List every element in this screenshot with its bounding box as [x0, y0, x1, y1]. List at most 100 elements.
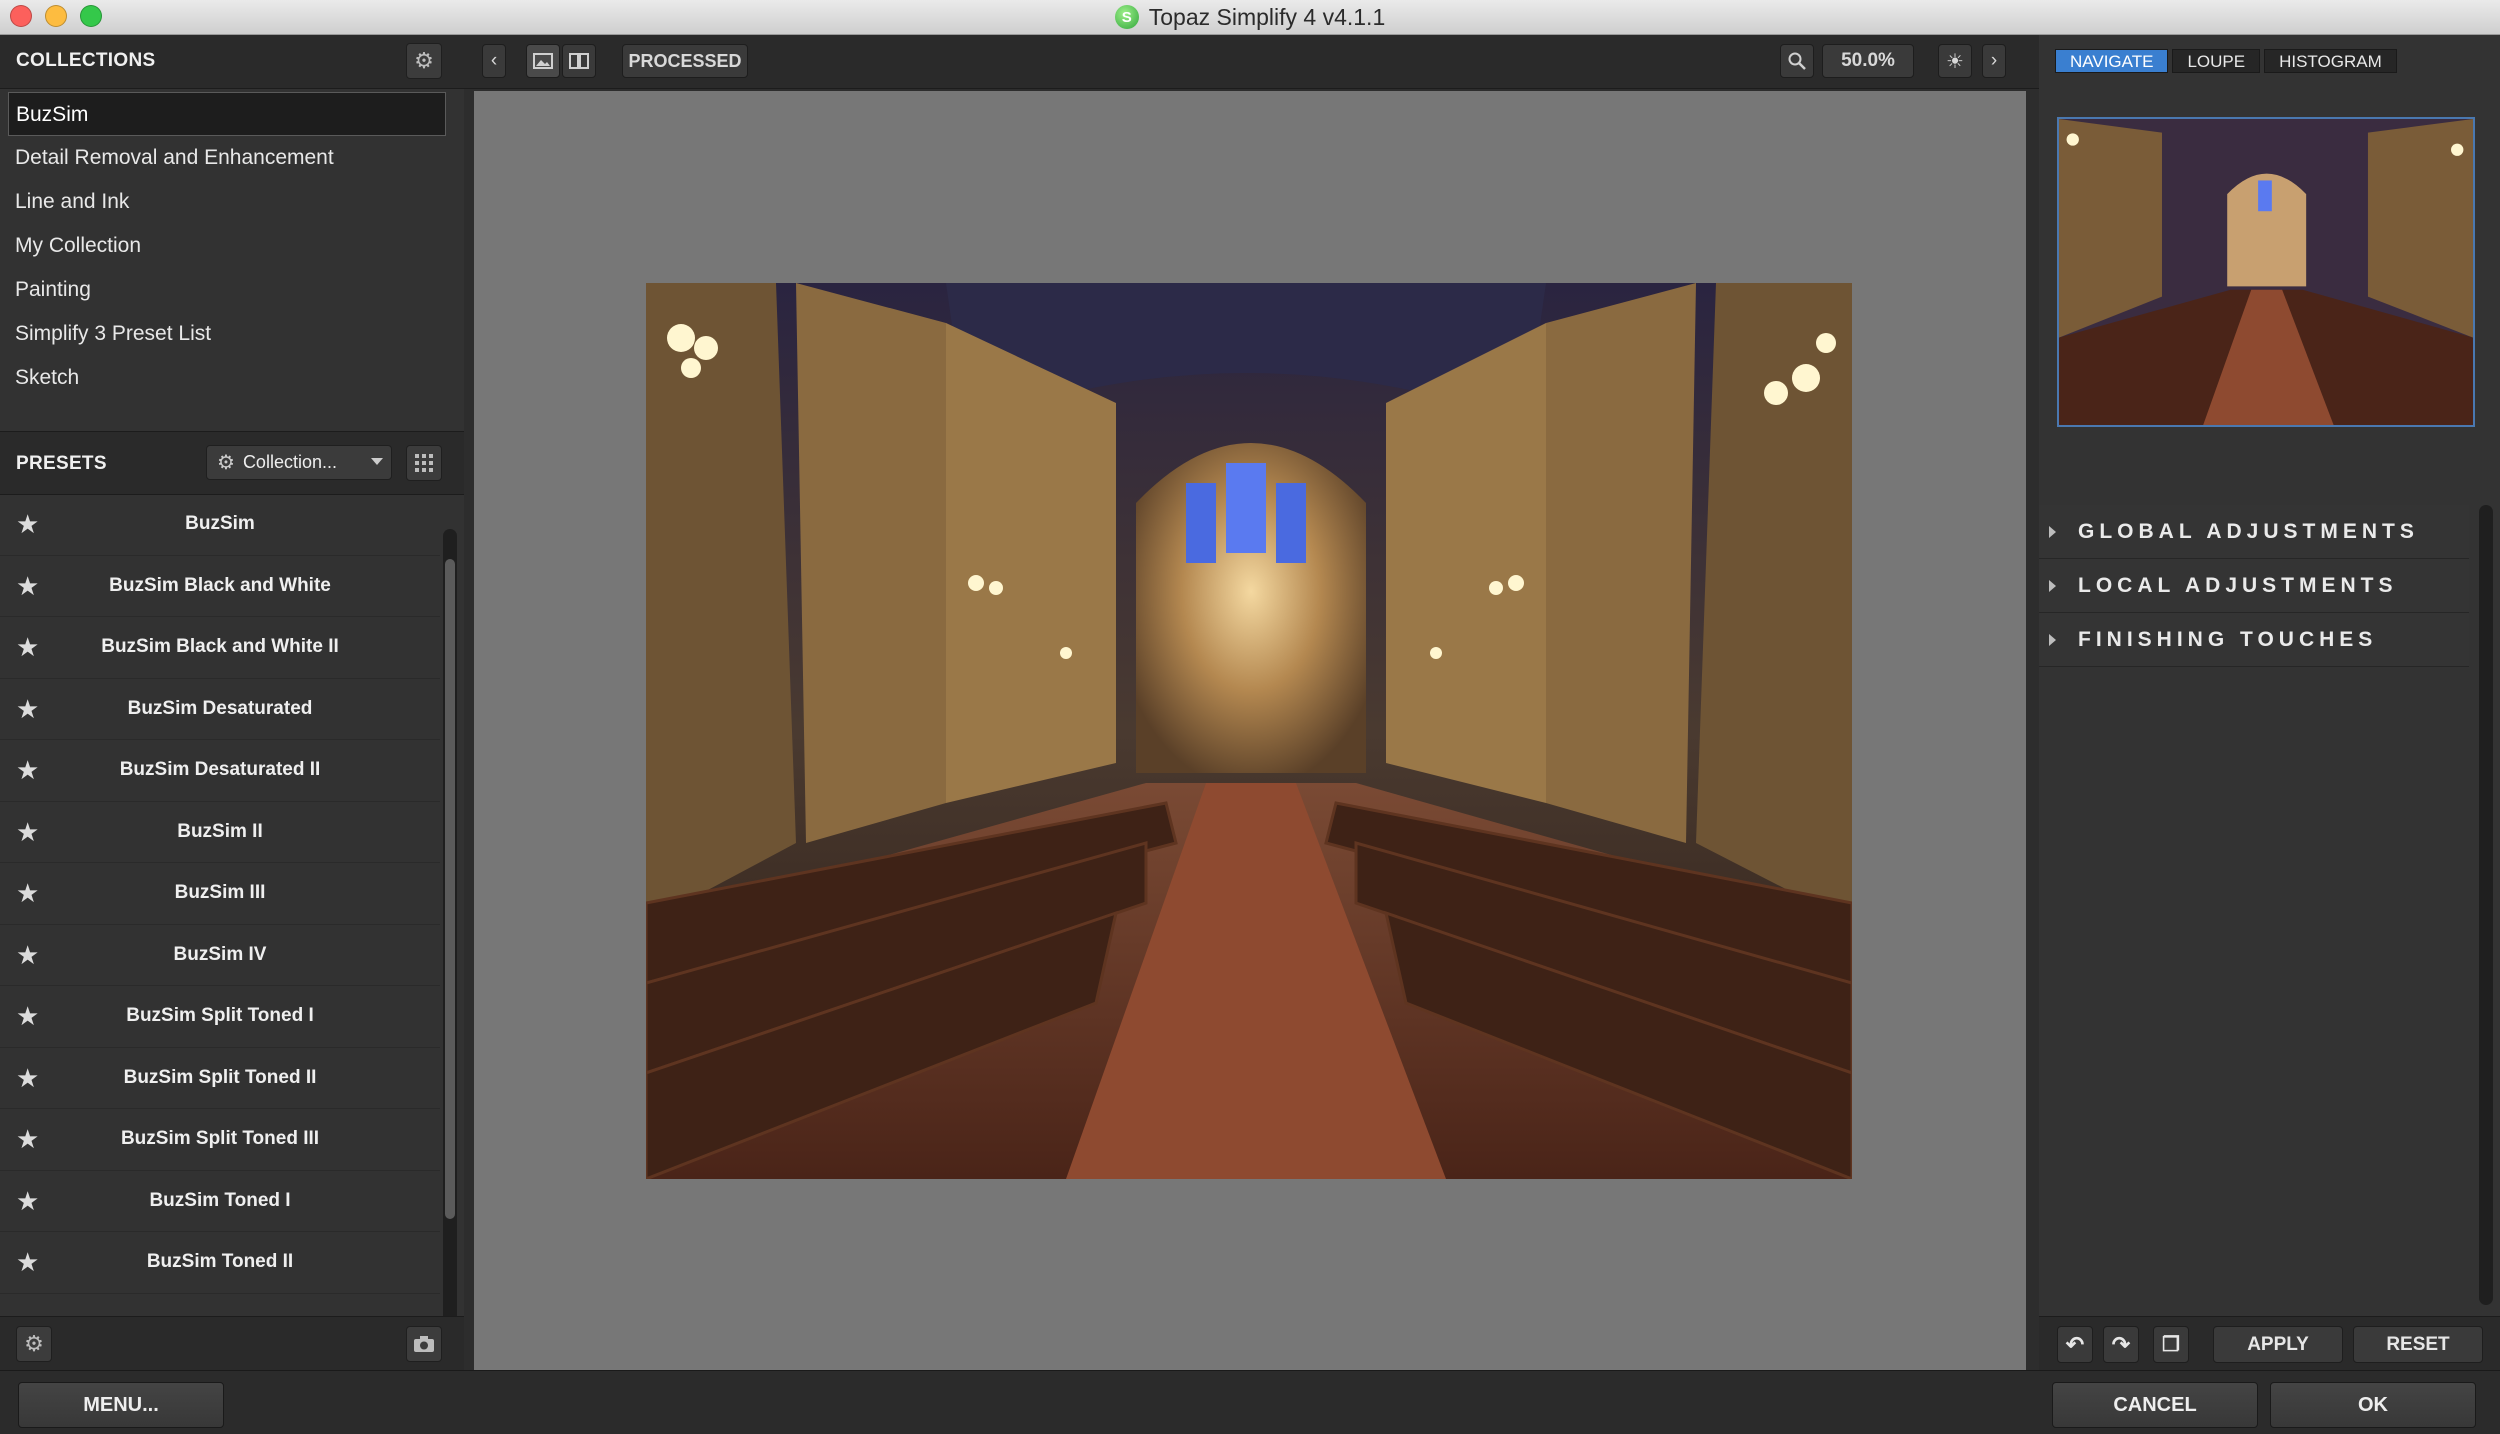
preset-item[interactable]: ★ BuzSim Split Toned III	[0, 1109, 440, 1171]
preset-item[interactable]: ★ BuzSim IV	[0, 925, 440, 986]
collections-title: COLLECTIONS	[16, 50, 156, 71]
collection-dropdown-label: Collection...	[242, 452, 337, 472]
collection-item-simplify-3[interactable]: Simplify 3 Preset List	[0, 312, 464, 356]
layers-icon: ❐	[2162, 1334, 2180, 1356]
chevron-right-icon: ›	[1990, 50, 1998, 71]
tab-navigate[interactable]: NAVIGATE	[2055, 49, 2169, 73]
chevron-right-icon	[2049, 525, 2056, 538]
split-view-button[interactable]	[562, 44, 596, 78]
preset-item[interactable]: ★ BuzSim Toned II	[0, 1232, 440, 1294]
lightbulb-icon: ☀	[1946, 50, 1964, 73]
title-bar: S Topaz Simplify 4 v4.1.1	[0, 0, 2500, 35]
preset-label: BuzSim Split Toned III	[120, 1128, 320, 1150]
chevron-left-icon: ‹	[490, 50, 498, 71]
gear-icon: ⚙	[217, 452, 235, 474]
collection-dropdown[interactable]: ⚙ Collection...	[206, 445, 392, 480]
processed-toggle[interactable]: PROCESSED	[622, 44, 748, 78]
cancel-button[interactable]: CANCEL	[2052, 1382, 2258, 1428]
star-icon[interactable]: ★	[16, 817, 39, 848]
star-icon[interactable]: ★	[16, 755, 39, 786]
collection-item-my-collection[interactable]: My Collection	[0, 224, 464, 268]
preset-item[interactable]: ★ BuzSim III	[0, 863, 440, 925]
ok-button[interactable]: OK	[2270, 1382, 2476, 1428]
star-icon[interactable]: ★	[16, 632, 39, 663]
apply-button[interactable]: APPLY	[2213, 1326, 2343, 1363]
snapshot-button[interactable]	[406, 1326, 442, 1362]
preset-item[interactable]: ★ BuzSim Split Toned II	[0, 1048, 440, 1109]
preset-item[interactable]: ★ BuzSim Black and White II	[0, 617, 440, 679]
window-title: Topaz Simplify 4 v4.1.1	[1148, 3, 1386, 30]
preset-item[interactable]: ★ BuzSim Black and White	[0, 556, 440, 617]
preview-toolbar: ‹ PROCESSED 50.0% ☀ ›	[464, 35, 2039, 89]
preset-item[interactable]: ★ BuzSim Split Toned I	[0, 986, 440, 1048]
church-interior-photo	[646, 283, 1852, 1179]
navigator-tabs: NAVIGATE LOUPE HISTOGRAM	[2055, 49, 2397, 73]
preset-settings-button[interactable]: ⚙	[16, 1326, 52, 1362]
preset-label: BuzSim Desaturated	[127, 697, 313, 719]
star-icon[interactable]: ★	[16, 509, 39, 540]
star-icon[interactable]: ★	[16, 1247, 39, 1278]
star-icon[interactable]: ★	[16, 878, 39, 909]
preset-item[interactable]: ★ BuzSim II	[0, 802, 440, 863]
preset-label: BuzSim Split Toned II	[123, 1066, 317, 1088]
right-panel: NAVIGATE LOUPE HISTOGRAM GLOBAL ADJUSTME…	[2039, 35, 2500, 1371]
preset-label: BuzSim Split Toned I	[126, 1005, 314, 1027]
star-icon[interactable]: ★	[16, 1186, 39, 1217]
preset-item[interactable]: ★ BuzSim Desaturated	[0, 679, 440, 740]
local-adjustments-section[interactable]: LOCAL ADJUSTMENTS	[2039, 559, 2469, 613]
chevron-right-icon	[2049, 633, 2056, 646]
menu-button[interactable]: MENU...	[18, 1382, 224, 1428]
undo-button[interactable]: ↶	[2057, 1326, 2093, 1363]
star-icon[interactable]: ★	[16, 1001, 39, 1032]
presets-header: PRESETS ⚙ Collection...	[0, 431, 464, 495]
tab-histogram[interactable]: HISTOGRAM	[2264, 49, 2397, 73]
presets-list: ★ BuzSim ★ BuzSim Black and White ★ BuzSim …	[0, 494, 440, 1346]
star-icon[interactable]: ★	[16, 571, 39, 602]
section-label: GLOBAL ADJUSTMENTS	[2078, 519, 2419, 543]
presets-title: PRESETS	[16, 453, 107, 474]
single-view-button[interactable]	[526, 44, 560, 78]
preset-label: BuzSim Desaturated II	[119, 759, 321, 781]
adjustments-scrollbar[interactable]	[2479, 505, 2493, 1305]
navigator-thumbnail[interactable]	[2057, 117, 2475, 427]
star-icon[interactable]: ★	[16, 1124, 39, 1155]
navigator-thumbnail-image	[2059, 119, 2473, 425]
presets-scrollbar[interactable]	[443, 529, 457, 1344]
collection-item-sketch[interactable]: Sketch	[0, 356, 464, 400]
left-bottom-bar: ⚙	[0, 1316, 464, 1371]
collections-header: COLLECTIONS ⚙	[0, 35, 464, 89]
preset-item[interactable]: ★ BuzSim	[0, 494, 440, 556]
section-label: LOCAL ADJUSTMENTS	[2078, 573, 2398, 597]
next-button[interactable]: ›	[1982, 44, 2006, 78]
zoom-level-field[interactable]: 50.0%	[1822, 44, 1914, 78]
collections-settings-button[interactable]: ⚙	[406, 43, 442, 79]
grid-view-button[interactable]	[406, 445, 442, 481]
preset-item[interactable]: ★ BuzSim Toned I	[0, 1171, 440, 1232]
collection-item-buzsim[interactable]: BuzSim	[8, 92, 446, 136]
finishing-touches-section[interactable]: FINISHING TOUCHES	[2039, 613, 2469, 667]
collection-item-painting[interactable]: Painting	[0, 268, 464, 312]
preset-item[interactable]: ★ BuzSim Desaturated II	[0, 740, 440, 802]
preview-image[interactable]	[646, 283, 1852, 1179]
image-icon	[533, 53, 553, 69]
history-button[interactable]: ❐	[2153, 1326, 2189, 1363]
zoom-button[interactable]	[1780, 44, 1814, 78]
gear-icon: ⚙	[24, 1331, 44, 1356]
star-icon[interactable]: ★	[16, 1063, 39, 1094]
collection-item-line-and-ink[interactable]: Line and Ink	[0, 180, 464, 224]
camera-icon	[414, 1336, 434, 1352]
presets-scrollbar-thumb[interactable]	[445, 559, 455, 1219]
star-icon[interactable]: ★	[16, 940, 39, 971]
gear-icon: ⚙	[414, 48, 434, 73]
previous-button[interactable]: ‹	[482, 44, 506, 78]
tab-loupe[interactable]: LOUPE	[2172, 49, 2261, 73]
preset-label: BuzSim II	[177, 820, 263, 842]
collection-item-detail-removal[interactable]: Detail Removal and Enhancement	[0, 136, 464, 180]
reset-button[interactable]: RESET	[2353, 1326, 2483, 1363]
star-icon[interactable]: ★	[16, 694, 39, 725]
undo-icon: ↶	[2065, 1331, 2085, 1357]
redo-button[interactable]: ↷	[2103, 1326, 2139, 1363]
brightness-button[interactable]: ☀	[1938, 44, 1972, 78]
collections-list: BuzSim Detail Removal and Enhancement Li…	[0, 92, 464, 400]
global-adjustments-section[interactable]: GLOBAL ADJUSTMENTS	[2039, 505, 2469, 559]
